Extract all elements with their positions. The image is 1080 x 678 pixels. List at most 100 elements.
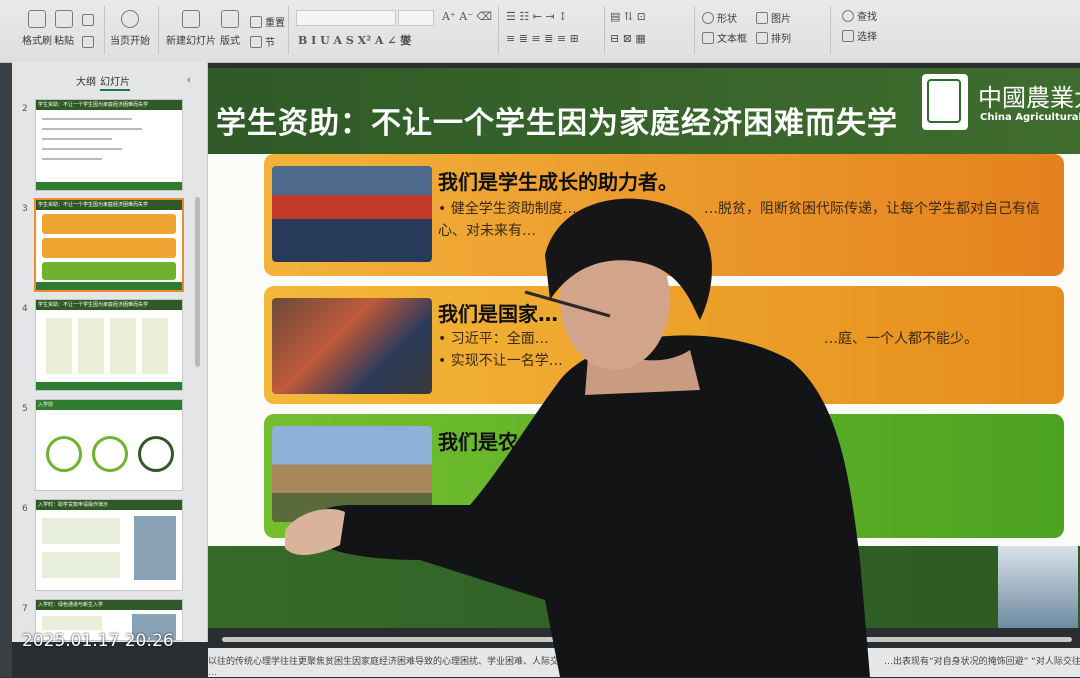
slide-thumbnail-5[interactable]: 入学前 bbox=[36, 400, 182, 490]
thumbnail-scrollbar[interactable] bbox=[195, 197, 200, 367]
arrange-icon bbox=[756, 31, 768, 44]
tab-slides[interactable]: 幻灯片 bbox=[100, 73, 130, 91]
layout-icon bbox=[221, 10, 239, 28]
building-image bbox=[998, 546, 1078, 628]
thumbnail-title: 入学前 bbox=[36, 400, 182, 410]
picture-icon bbox=[756, 11, 768, 24]
photo-campus-gate bbox=[272, 426, 432, 522]
university-logo bbox=[922, 74, 968, 130]
arrange-button[interactable]: 排列 bbox=[756, 30, 791, 45]
card-text: …脱贫，阻断贫困代际传递，让每个学生都对自己有信 bbox=[704, 201, 1040, 217]
align-icons[interactable]: ≡ ≣ ≡ ≣ ≡ ⊞ bbox=[506, 32, 579, 45]
shape-icon bbox=[702, 11, 714, 24]
grow-font-icon[interactable]: A⁺ A⁻ ⌫ bbox=[442, 10, 492, 23]
columns-icons[interactable]: ⊟ ⊠ ▦ bbox=[610, 32, 646, 45]
card-text: …庭、一个人都不能少。 bbox=[824, 331, 978, 347]
photo-timestamp: 2025.01.17 20:26 bbox=[22, 631, 174, 651]
play-icon bbox=[121, 10, 139, 28]
font-name-select[interactable] bbox=[296, 10, 396, 26]
slide-thumbnail-4[interactable]: 学生资助：不让一个学生因为家庭经济困难而失学 bbox=[36, 300, 182, 390]
thumbnail-number: 3 bbox=[22, 204, 28, 214]
direction-icons[interactable]: ▤ ⇅ ⊡ bbox=[610, 10, 646, 23]
university-name-cn: 中國農業大 bbox=[978, 84, 1080, 112]
divider bbox=[158, 6, 159, 54]
copy-button[interactable] bbox=[82, 36, 94, 48]
card-text: • 实现不让一名学… bbox=[438, 353, 563, 369]
photo-visit bbox=[272, 298, 432, 394]
thumbnail-title: 学生资助：不让一个学生因为家庭经济困难而失学 bbox=[36, 200, 182, 210]
card-text: • 习近平：全面… bbox=[438, 331, 549, 347]
thumbnail-title: 入学时：助学贷款申请操作演示 bbox=[36, 500, 182, 510]
divider bbox=[498, 6, 499, 54]
paste-button[interactable]: 粘贴 bbox=[54, 10, 74, 47]
reset-icon bbox=[250, 15, 262, 28]
paragraph-icons[interactable]: ☰ ☷ ⇤ ⇥ ↕ bbox=[506, 10, 567, 23]
tab-outline[interactable]: 大纲 bbox=[76, 73, 96, 88]
horizontal-scrollbar[interactable] bbox=[222, 637, 1072, 642]
find-button[interactable]: 查找 bbox=[842, 8, 877, 23]
window-edge bbox=[0, 62, 12, 677]
slide-header: 学生资助：不让一个学生因为家庭经济困难而失学 中國農業大 China Agric… bbox=[208, 68, 1080, 154]
emblem-icon bbox=[927, 79, 961, 123]
start-show-button[interactable]: 当页开始 bbox=[110, 10, 150, 47]
card-text: • 健全学生资助制度… bbox=[438, 201, 577, 217]
footer-slogan: 你的… bbox=[538, 569, 623, 602]
slide-footer: 你的… bbox=[208, 546, 1080, 628]
select-button[interactable]: 选择 bbox=[842, 28, 877, 43]
content-card-1: 我们是学生成长的助力者。 • 健全学生资助制度… …脱贫，阻断贫困代际传递，让每… bbox=[264, 154, 1064, 276]
university-name-en: China Agricultural Univ bbox=[980, 112, 1080, 123]
cursor-icon bbox=[842, 29, 854, 42]
search-icon bbox=[842, 9, 854, 22]
card-heading: 我们是学生成长的助力者。 bbox=[438, 170, 678, 194]
brush-icon bbox=[28, 10, 46, 28]
thumbnail-footer bbox=[36, 182, 182, 190]
divider bbox=[694, 6, 695, 54]
slide-thumbnail-6[interactable]: 入学时：助学贷款申请操作演示 bbox=[36, 500, 182, 590]
divider bbox=[104, 6, 105, 54]
font-size-select[interactable] bbox=[398, 10, 434, 26]
card-heading: 我们是农… bbox=[438, 430, 538, 454]
new-slide-button[interactable]: 新建幻灯片 bbox=[166, 10, 216, 47]
slide-thumbnail-pane: 大纲 幻灯片 ‹ 2 学生资助：不让一个学生因为家庭经济困难而失学 3 学生资助… bbox=[12, 62, 208, 642]
picture-button[interactable]: 图片 bbox=[756, 10, 791, 25]
slide-thumbnail-3[interactable]: 学生资助：不让一个学生因为家庭经济困难而失学 bbox=[36, 200, 182, 290]
textbox-icon bbox=[702, 31, 714, 44]
thumbnail-number: 2 bbox=[22, 104, 28, 114]
clipboard-icon bbox=[55, 10, 73, 28]
notes-text: 以往的传统心理学往往更聚焦贫困生因家庭经济困难导致的心理困扰、学业困难、人际交往… bbox=[208, 657, 641, 667]
format-painter-button[interactable]: 格式刷 bbox=[22, 10, 52, 47]
slide-title: 学生资助：不让一个学生因为家庭经济困难而失学 bbox=[216, 106, 898, 141]
section-button[interactable]: 节 bbox=[250, 34, 275, 49]
speaker-notes[interactable]: 以往的传统心理学往往更聚焦贫困生因家庭经济困难导致的心理困扰、学业困难、人际交往… bbox=[208, 648, 1080, 678]
reset-button[interactable]: 重置 bbox=[250, 14, 285, 29]
photo-auditorium bbox=[272, 166, 432, 262]
pane-tabs: 大纲 幻灯片 ‹ bbox=[12, 70, 207, 91]
collapse-pane-button[interactable]: ‹ bbox=[187, 73, 191, 86]
thumbnail-number: 4 bbox=[22, 304, 28, 314]
layout-button[interactable]: 版式 bbox=[220, 10, 240, 47]
scissors-icon bbox=[82, 14, 94, 26]
thumbnail-number: 5 bbox=[22, 404, 28, 414]
thumbnail-number: 7 bbox=[22, 604, 28, 614]
section-icon bbox=[250, 35, 262, 48]
copy-icon bbox=[82, 36, 94, 48]
notes-text: …出表现有“对自身状况的掩饰回避” “对人际交往的挫败自 bbox=[884, 657, 1080, 667]
divider bbox=[604, 6, 605, 54]
thumbnail-footer bbox=[36, 382, 182, 390]
shape-button[interactable]: 形状 bbox=[702, 10, 737, 25]
divider bbox=[288, 6, 289, 54]
cut-button[interactable] bbox=[82, 14, 94, 26]
ribbon-toolbar: 格式刷 粘贴 当页开始 新建幻灯片 版式 重置 节 A⁺ A⁻ ⌫ B I U … bbox=[0, 0, 1080, 63]
thumbnail-footer bbox=[36, 282, 182, 290]
thumbnail-number: 6 bbox=[22, 504, 28, 514]
textbox-button[interactable]: 文本框 bbox=[702, 30, 747, 45]
card-text: 心、对未来有… bbox=[438, 223, 536, 239]
slide-thumbnail-2[interactable]: 学生资助：不让一个学生因为家庭经济困难而失学 bbox=[36, 100, 182, 190]
thumbnail-title: 学生资助：不让一个学生因为家庭经济困难而失学 bbox=[36, 100, 182, 110]
content-card-3: 我们是农… bbox=[264, 414, 1064, 538]
content-card-2: 我们是国家… • 习近平：全面… …庭、一个人都不能少。 • 实现不让一名学… bbox=[264, 286, 1064, 404]
text-format-icons[interactable]: B I U A S X² A ∠ 燮 bbox=[298, 32, 411, 48]
slide-canvas[interactable]: 学生资助：不让一个学生因为家庭经济困难而失学 中國農業大 China Agric… bbox=[208, 68, 1080, 628]
divider bbox=[830, 6, 831, 54]
card-heading: 我们是国家… bbox=[438, 302, 558, 326]
